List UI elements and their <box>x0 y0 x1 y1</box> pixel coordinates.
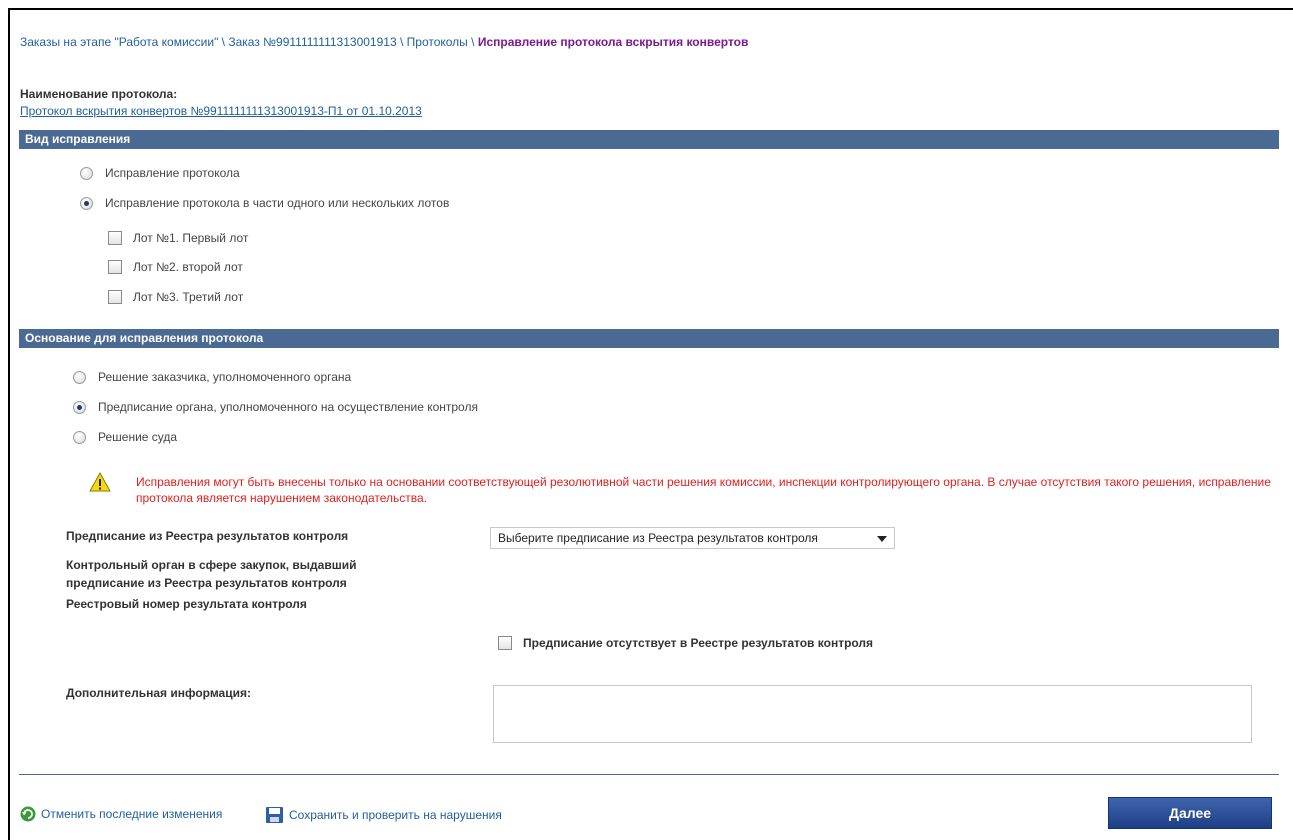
checkbox[interactable] <box>108 231 122 245</box>
radio-control-prescription[interactable]: Предписание органа, уполномоченного на о… <box>73 400 478 414</box>
protocol-link[interactable]: Протокол вскрытия конвертов №99111111113… <box>20 104 422 118</box>
breadcrumb-separator: \ <box>396 35 407 49</box>
undo-icon <box>20 806 36 822</box>
radio-button-selected[interactable] <box>73 400 86 414</box>
chevron-down-icon[interactable] <box>877 536 887 542</box>
undo-label: Отменить последние изменения <box>41 807 223 821</box>
control-body-label-line1: Контрольный орган в сфере закупок, выдав… <box>66 558 357 572</box>
checkbox-label: Лот №1. Первый лот <box>133 231 249 245</box>
section-basis: Основание для исправления протокола <box>19 329 1279 348</box>
breadcrumb-orders[interactable]: Заказы на этапе "Работа комиссии" <box>20 35 218 49</box>
registry-number-label: Реестровый номер результата контроля <box>66 597 307 611</box>
save-check-button[interactable]: Сохранить и проверить на нарушения <box>265 806 502 824</box>
breadcrumb-current: Исправление протокола вскрытия конвертов <box>477 35 749 49</box>
radio-customer-decision[interactable]: Решение заказчика, уполномоченного орган… <box>73 370 351 384</box>
breadcrumb-separator: \ <box>467 35 478 49</box>
radio-label: Решение суда <box>98 430 178 444</box>
radio-lot-correction[interactable]: Исправление протокола в части одного или… <box>80 196 449 210</box>
next-button[interactable]: Далее <box>1108 797 1272 829</box>
radio-label: Предписание органа, уполномоченного на о… <box>98 400 478 414</box>
checkbox-lot-1[interactable]: Лот №1. Первый лот <box>108 231 248 245</box>
breadcrumb: Заказы на этапе "Работа комиссии" \ Зака… <box>20 35 748 49</box>
checkbox-label: Предписание отсутствует в Реестре резуль… <box>523 636 874 650</box>
radio-button[interactable] <box>73 430 86 444</box>
protocol-name-label: Наименование протокола: <box>20 87 178 101</box>
save-label: Сохранить и проверить на нарушения <box>289 808 502 822</box>
checkbox-lot-2[interactable]: Лот №2. второй лот <box>108 260 243 274</box>
radio-label: Решение заказчика, уполномоченного орган… <box>98 370 352 384</box>
radio-button[interactable] <box>80 166 93 180</box>
prescription-select-value: Выберите предписание из Реестра результа… <box>498 531 818 545</box>
checkbox-prescription-absent[interactable]: Предписание отсутствует в Реестре резуль… <box>498 636 873 650</box>
breadcrumb-order[interactable]: Заказ №9911111111313001913 <box>228 35 396 49</box>
undo-changes-button[interactable]: Отменить последние изменения <box>20 806 222 822</box>
checkbox[interactable] <box>498 636 512 650</box>
checkbox[interactable] <box>108 260 122 274</box>
radio-button[interactable] <box>73 370 86 384</box>
radio-label: Исправление протокола в части одного или… <box>105 196 450 210</box>
radio-protocol-correction[interactable]: Исправление протокола <box>80 166 240 180</box>
breadcrumb-separator: \ <box>218 35 229 49</box>
radio-court-decision[interactable]: Решение суда <box>73 430 177 444</box>
prescription-select[interactable]: Выберите предписание из Реестра результа… <box>490 527 895 549</box>
warning-text: Исправления могут быть внесены только на… <box>136 475 1271 505</box>
additional-info-label: Дополнительная информация: <box>66 686 251 700</box>
checkbox-lot-3[interactable]: Лот №3. Третий лот <box>108 290 243 304</box>
checkbox-label: Лот №3. Третий лот <box>133 290 244 304</box>
control-body-label-line2: предписание из Реестра результатов контр… <box>66 576 347 590</box>
checkbox-label: Лот №2. второй лот <box>133 260 243 274</box>
section-correction-type: Вид исправления <box>19 130 1279 149</box>
breadcrumb-protocols[interactable]: Протоколы <box>407 35 468 49</box>
checkbox[interactable] <box>108 290 122 304</box>
additional-info-textarea[interactable] <box>493 685 1252 743</box>
radio-label: Исправление протокола <box>105 166 240 180</box>
prescription-label: Предписание из Реестра результатов контр… <box>66 529 349 543</box>
footer-divider <box>19 774 1279 775</box>
save-icon <box>266 807 283 823</box>
radio-button-selected[interactable] <box>80 196 93 210</box>
warning-icon <box>89 472 111 492</box>
